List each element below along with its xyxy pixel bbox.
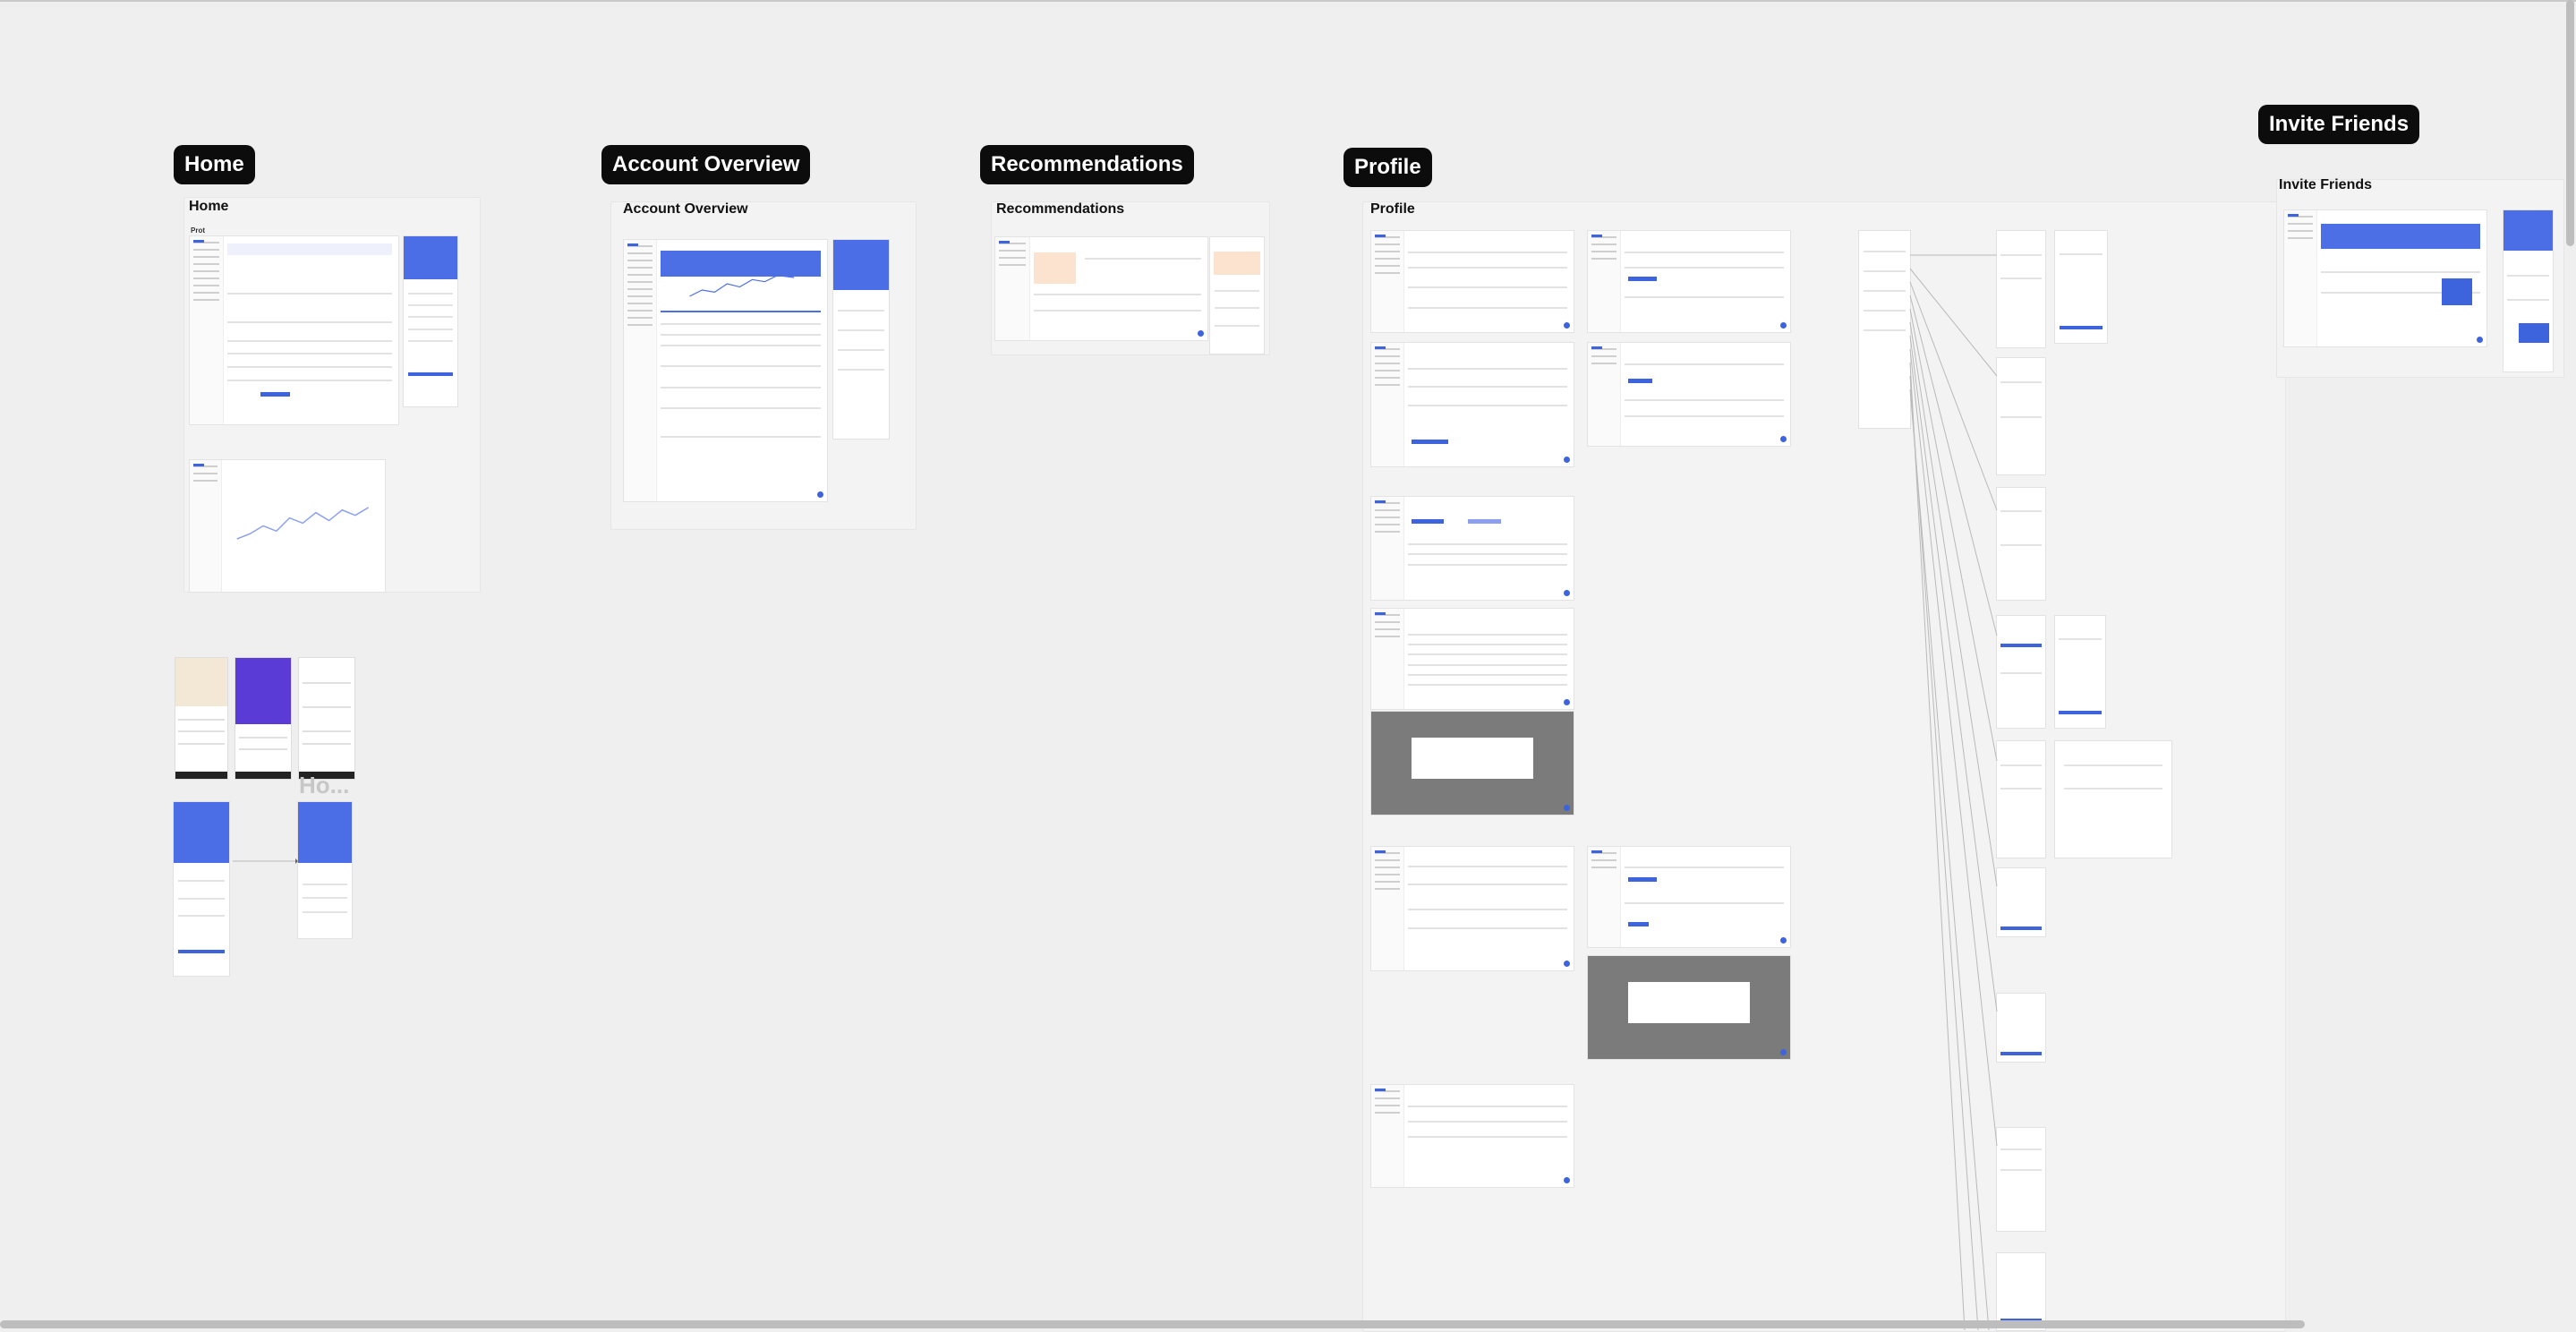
horizontal-scrollbar[interactable]: [0, 1320, 2305, 1328]
prototype-connector-lines: [233, 254, 1998, 1330]
vertical-scrollbar[interactable]: [2566, 0, 2574, 246]
